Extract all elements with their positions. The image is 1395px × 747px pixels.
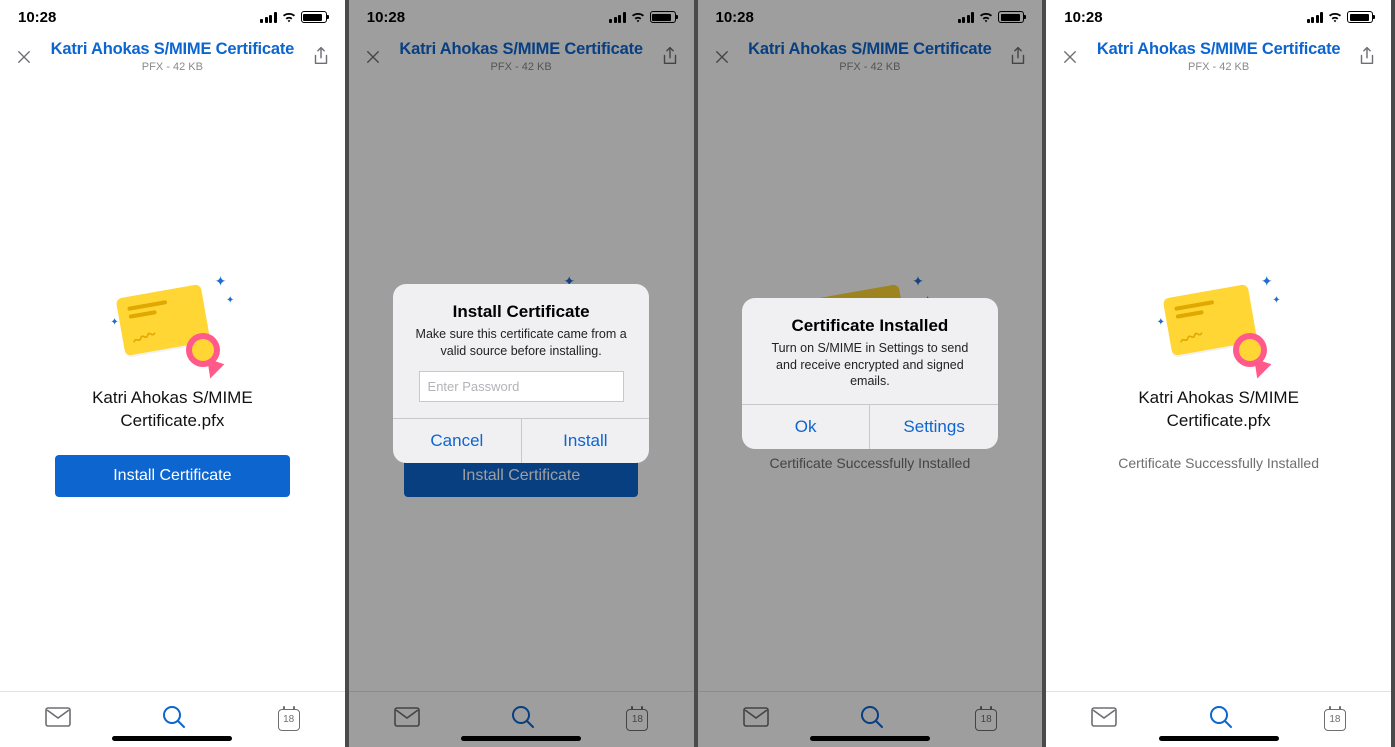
calendar-icon: 18 [278, 709, 300, 731]
modal-overlay: Certificate Installed Turn on S/MIME in … [698, 0, 1043, 747]
dialog-title: Install Certificate [407, 302, 635, 322]
cancel-button[interactable]: Cancel [393, 419, 522, 463]
install-certificate-button[interactable]: Install Certificate [55, 455, 289, 497]
modal-overlay: Install Certificate Make sure this certi… [349, 0, 694, 747]
status-bar: 10:28 [0, 0, 345, 34]
screen-1: 10:28 Katri Ahokas S/MIME Certificate PF… [0, 0, 349, 747]
calendar-tab[interactable]: 18 [278, 709, 300, 731]
close-button[interactable] [1058, 48, 1082, 66]
dialog-message: Turn on S/MIME in Settings to send and r… [756, 340, 984, 391]
screen-3: 10:28 Katri Ahokas S/MIME Certificate PF… [698, 0, 1047, 747]
home-indicator[interactable] [112, 736, 232, 741]
settings-button[interactable]: Settings [870, 405, 998, 449]
share-button[interactable] [309, 46, 333, 68]
home-indicator[interactable] [1159, 736, 1279, 741]
screen-2: 10:28 Katri Ahokas S/MIME Certificate PF… [349, 0, 698, 747]
certificate-illustration: ✦✦✦ [1159, 273, 1279, 373]
main-content: ✦✦✦ Katri Ahokas S/MIMECertificate.pfx C… [1046, 83, 1391, 691]
dialog-message: Make sure this certificate came from a v… [407, 326, 635, 360]
nav-title: Katri Ahokas S/MIME Certificate [1082, 40, 1355, 59]
mail-tab[interactable] [45, 707, 71, 732]
nav-subtitle: PFX - 42 KB [36, 61, 309, 73]
mail-icon [45, 707, 71, 727]
screen-4: 10:28 Katri Ahokas S/MIME Certificate PF… [1046, 0, 1395, 747]
install-status: Certificate Successfully Installed [1118, 455, 1319, 471]
close-icon [1061, 48, 1079, 66]
mail-tab[interactable] [1091, 707, 1117, 732]
certificate-filename: Katri Ahokas S/MIMECertificate.pfx [1138, 387, 1299, 433]
clock: 10:28 [18, 9, 56, 26]
search-icon [161, 704, 187, 730]
nav-bar: Katri Ahokas S/MIME Certificate PFX - 42… [0, 34, 345, 83]
share-icon [1357, 46, 1377, 68]
certificate-illustration: ✦✦✦ [112, 273, 232, 373]
certificate-filename: Katri Ahokas S/MIMECertificate.pfx [92, 387, 253, 433]
search-icon [1208, 704, 1234, 730]
share-button[interactable] [1355, 46, 1379, 68]
ok-button[interactable]: Ok [742, 405, 871, 449]
install-dialog: Install Certificate Make sure this certi… [393, 284, 649, 464]
wifi-icon [1327, 11, 1343, 23]
search-tab[interactable] [161, 704, 187, 735]
calendar-tab[interactable]: 18 [1324, 709, 1346, 731]
calendar-icon: 18 [1324, 709, 1346, 731]
installed-dialog: Certificate Installed Turn on S/MIME in … [742, 298, 998, 450]
nav-title: Katri Ahokas S/MIME Certificate [36, 40, 309, 59]
search-tab[interactable] [1208, 704, 1234, 735]
nav-subtitle: PFX - 42 KB [1082, 61, 1355, 73]
cellular-icon [260, 12, 277, 23]
battery-icon [1347, 11, 1373, 23]
dialog-title: Certificate Installed [756, 316, 984, 336]
status-bar: 10:28 [1046, 0, 1391, 34]
install-button[interactable]: Install [522, 419, 650, 463]
main-content: ✦✦✦ Katri Ahokas S/MIMECertificate.pfx I… [0, 83, 345, 691]
status-indicators [260, 11, 327, 23]
nav-title-block: Katri Ahokas S/MIME Certificate PFX - 42… [1082, 40, 1355, 73]
password-input[interactable] [419, 371, 624, 402]
status-indicators [1307, 11, 1374, 23]
share-icon [311, 46, 331, 68]
wifi-icon [281, 11, 297, 23]
close-button[interactable] [12, 48, 36, 66]
nav-title-block: Katri Ahokas S/MIME Certificate PFX - 42… [36, 40, 309, 73]
cellular-icon [1307, 12, 1324, 23]
mail-icon [1091, 707, 1117, 727]
clock: 10:28 [1064, 9, 1102, 26]
close-icon [15, 48, 33, 66]
battery-icon [301, 11, 327, 23]
nav-bar: Katri Ahokas S/MIME Certificate PFX - 42… [1046, 34, 1391, 83]
